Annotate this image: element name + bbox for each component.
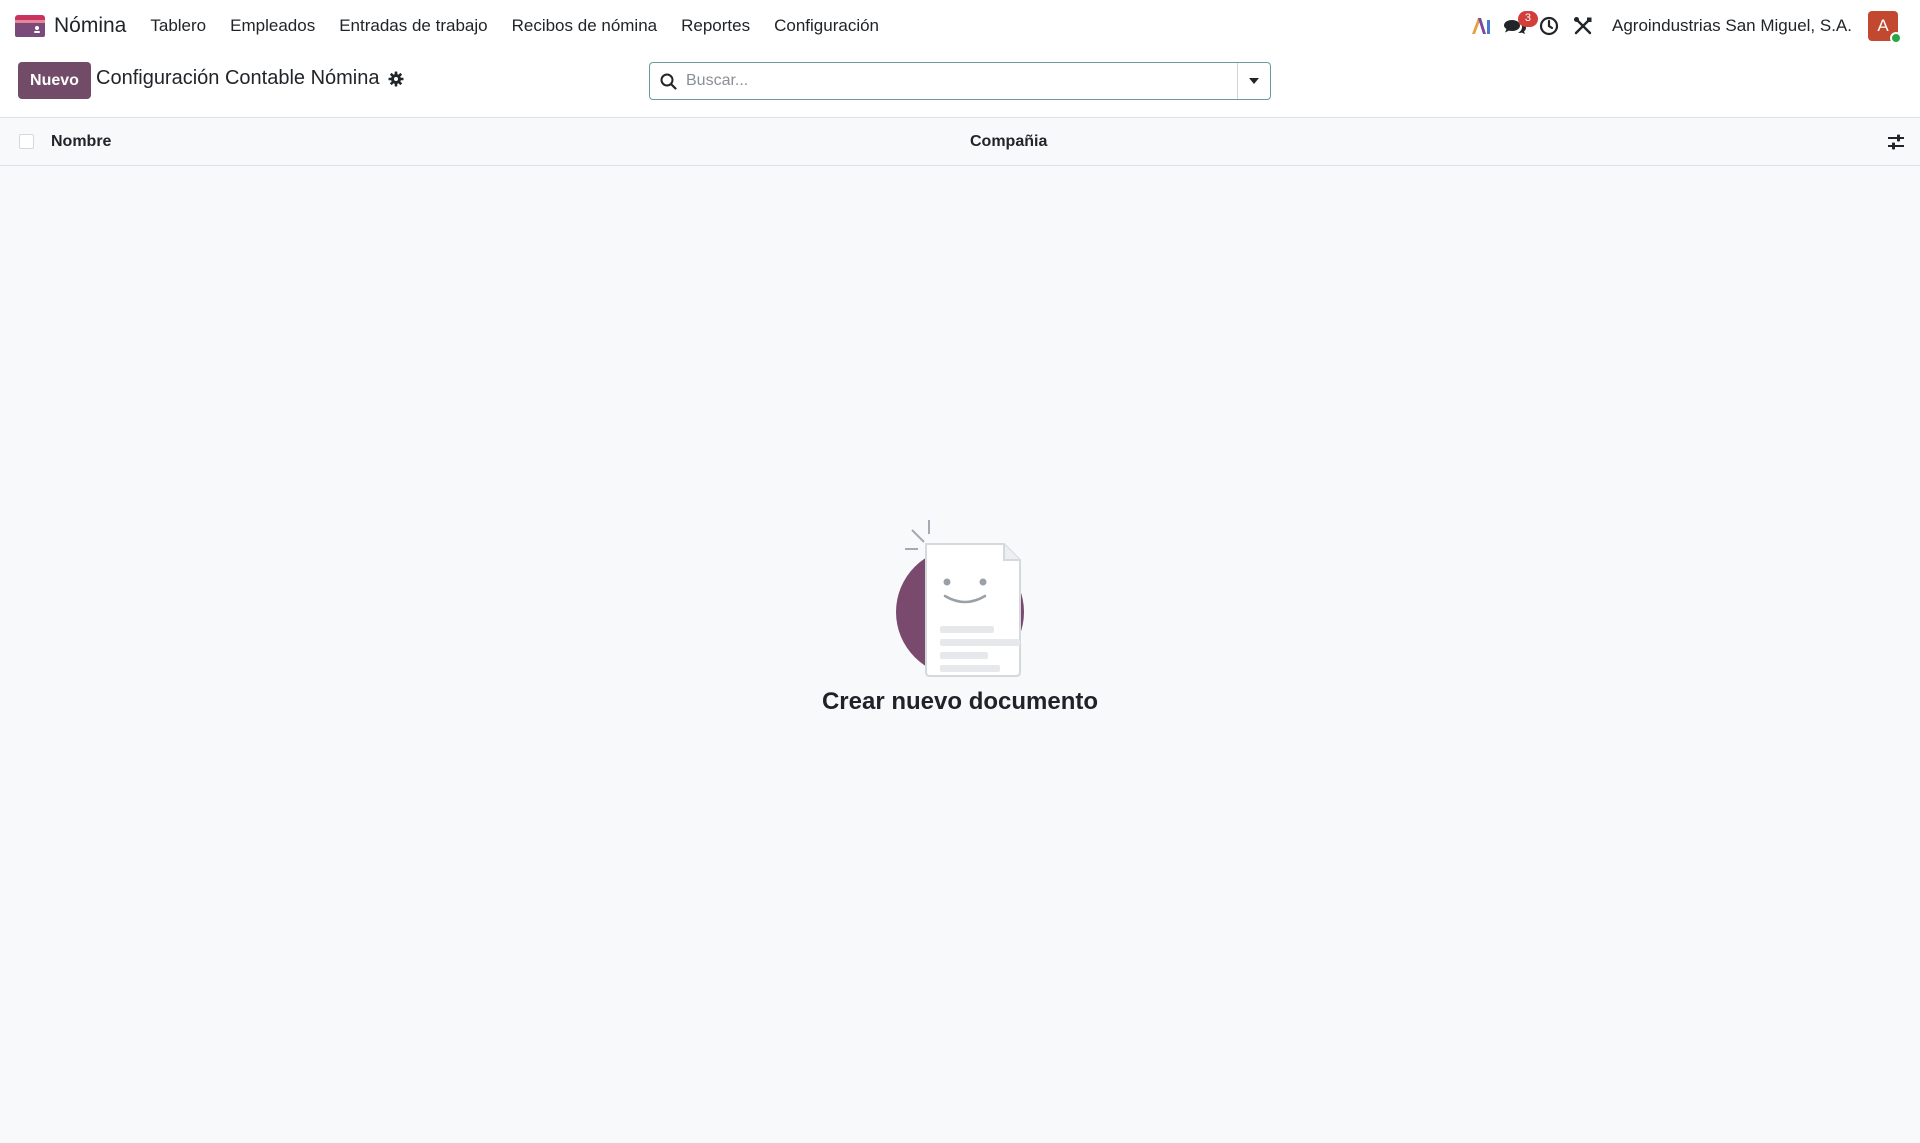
optional-columns-button[interactable] [1886,132,1906,152]
user-avatar[interactable]: A [1868,11,1902,44]
menu-item-reportes[interactable]: Reportes [669,0,762,52]
menu-item-recibos-de-nomina[interactable]: Recibos de nómina [500,0,670,52]
systray: 3 Agroindustrias San Miguel, S.A. A [1464,0,1920,52]
search-icon [650,63,686,99]
messages-button[interactable]: 3 [1498,0,1538,52]
ai-icon [1471,18,1490,34]
menu-item-empleados[interactable]: Empleados [218,0,327,52]
page-title: Configuración Contable Nómina [96,67,380,89]
gear-icon[interactable] [388,71,404,87]
clock-icon [1539,16,1559,36]
control-panel: Nuevo Configuración Contable Nómina [0,52,1920,118]
activity-button[interactable] [1532,0,1566,52]
debug-tools-button[interactable] [1566,0,1600,52]
company-switcher[interactable]: Agroindustrias San Miguel, S.A. [1612,16,1852,36]
breadcrumb: Configuración Contable Nómina [96,67,404,90]
search-options-toggle[interactable] [1237,63,1270,99]
online-status-dot [1890,32,1902,44]
search-bar [649,62,1271,100]
main-menu: Tablero Empleados Entradas de trabajo Re… [138,0,891,52]
column-header-compania[interactable]: Compañia [970,133,1047,151]
payroll-app-icon [15,15,45,37]
select-all-checkbox[interactable] [19,134,34,149]
menu-item-entradas-de-trabajo[interactable]: Entradas de trabajo [327,0,499,52]
new-button[interactable]: Nuevo [18,62,91,99]
column-header-nombre[interactable]: Nombre [51,133,111,151]
search-input[interactable] [686,64,1237,98]
app-brand[interactable]: Nómina [15,0,126,52]
empty-state-title: Crear nuevo documento [821,688,1099,715]
menu-item-tablero[interactable]: Tablero [138,0,218,52]
tools-icon [1573,17,1592,35]
sliders-icon [1888,134,1904,150]
list-header: Nombre Compañia [0,118,1920,166]
top-navbar: Nómina Tablero Empleados Entradas de tra… [0,0,1920,52]
caret-down-icon [1249,78,1259,84]
app-name: Nómina [54,14,127,37]
avatar-initial: A [1877,16,1889,35]
empty-state: Crear nuevo documento [760,520,1160,720]
menu-item-configuracion[interactable]: Configuración [762,0,891,52]
smiling-document-icon [896,520,1024,677]
ai-button[interactable] [1464,0,1498,52]
